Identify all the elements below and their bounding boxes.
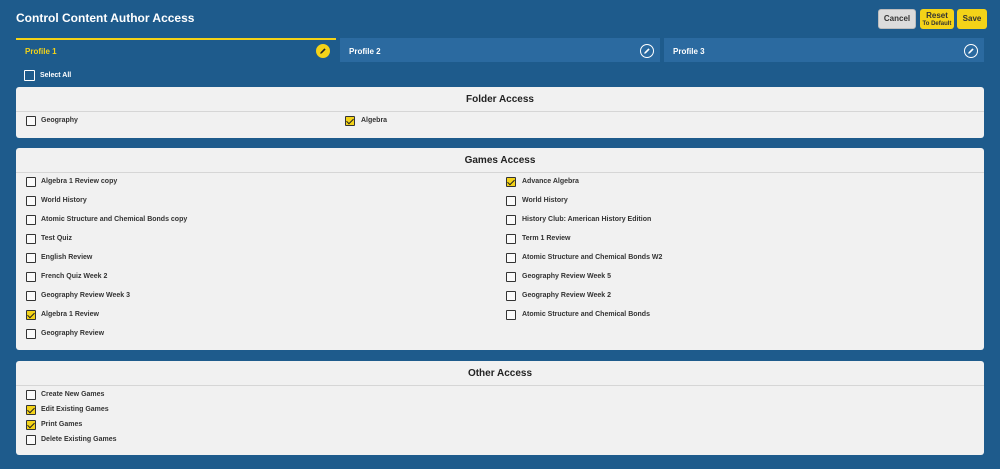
game-checkbox[interactable] (506, 291, 516, 301)
tab-label: Profile 3 (673, 46, 705, 56)
pencil-icon[interactable] (640, 44, 654, 58)
page-title: Control Content Author Access (16, 11, 195, 25)
divider (16, 111, 984, 112)
game-label: Algebra 1 Review copy (41, 178, 118, 185)
game-label: History Club: American History Edition (522, 216, 652, 223)
pencil-icon[interactable] (964, 44, 978, 58)
print-games-checkbox[interactable] (26, 420, 36, 430)
create-new-games-label: Create New Games (41, 391, 105, 398)
header-bar: Control Content Author Access Cancel Res… (0, 0, 1000, 36)
reset-button-label: Reset (926, 10, 948, 20)
game-checkbox[interactable] (506, 234, 516, 244)
print-games-label: Print Games (41, 421, 83, 428)
game-checkbox[interactable] (506, 196, 516, 206)
save-button-label: Save (962, 14, 982, 23)
game-checkbox[interactable] (26, 272, 36, 282)
other-access-title: Other Access (467, 368, 533, 379)
game-label: English Review (41, 254, 93, 261)
game-checkbox[interactable] (506, 310, 516, 320)
folder-geography-label: Geography (41, 117, 78, 124)
cancel-button[interactable]: Cancel (878, 9, 916, 29)
game-label: World History (41, 197, 87, 204)
game-label: French Quiz Week 2 (41, 273, 108, 280)
game-checkbox[interactable] (506, 215, 516, 225)
game-label: World History (522, 197, 568, 204)
select-all-label: Select All (40, 72, 72, 79)
other-access-panel: Other Access Create New Games Edit Exist… (16, 361, 984, 455)
save-button[interactable]: Save (957, 9, 987, 29)
game-label: Atomic Structure and Chemical Bonds copy (41, 216, 188, 223)
game-checkbox[interactable] (26, 253, 36, 263)
tab-profile-1[interactable]: Profile 1 (16, 38, 336, 62)
divider (16, 385, 984, 386)
game-label: Test Quiz (41, 235, 72, 242)
create-new-games-checkbox[interactable] (26, 390, 36, 400)
delete-existing-games-checkbox[interactable] (26, 435, 36, 445)
reset-to-default-button[interactable]: Reset To Default (920, 9, 954, 29)
game-checkbox[interactable] (26, 291, 36, 301)
game-label: Advance Algebra (522, 178, 579, 185)
game-label: Algebra 1 Review (41, 311, 99, 318)
folder-geography-checkbox[interactable] (26, 116, 36, 126)
delete-existing-games-label: Delete Existing Games (41, 436, 117, 443)
tab-label: Profile 2 (349, 46, 381, 56)
game-checkbox[interactable] (26, 310, 36, 320)
game-checkbox[interactable] (26, 215, 36, 225)
folder-algebra-checkbox[interactable] (345, 116, 355, 126)
game-label: Geography Review Week 3 (41, 292, 130, 299)
pencil-icon[interactable] (316, 44, 330, 58)
game-checkbox[interactable] (26, 177, 36, 187)
tab-label: Profile 1 (25, 46, 57, 56)
games-access-panel: Games Access Algebra 1 Review copy World… (16, 148, 984, 350)
game-checkbox[interactable] (26, 196, 36, 206)
folder-access-title: Folder Access (466, 94, 534, 105)
game-checkbox[interactable] (506, 272, 516, 282)
game-checkbox[interactable] (26, 329, 36, 339)
folder-access-panel: Folder Access Geography Algebra (16, 87, 984, 138)
divider (16, 172, 984, 173)
edit-existing-games-checkbox[interactable] (26, 405, 36, 415)
game-label: Geography Review (41, 330, 105, 337)
game-label: Atomic Structure and Chemical Bonds W2 (522, 254, 663, 261)
folder-algebra-label: Algebra (361, 117, 388, 124)
games-access-title: Games Access (464, 155, 536, 166)
game-label: Atomic Structure and Chemical Bonds (522, 311, 650, 318)
tab-profile-3[interactable]: Profile 3 (664, 38, 984, 62)
game-label: Term 1 Review (522, 235, 571, 242)
tab-profile-2[interactable]: Profile 2 (340, 38, 660, 62)
edit-existing-games-label: Edit Existing Games (41, 406, 109, 413)
game-checkbox[interactable] (506, 253, 516, 263)
game-label: Geography Review Week 5 (522, 273, 611, 280)
profile-tabs: Profile 1 Profile 2 Profile 3 (16, 38, 984, 62)
game-checkbox[interactable] (506, 177, 516, 187)
game-label: Geography Review Week 2 (522, 292, 611, 299)
cancel-button-label: Cancel (883, 14, 911, 23)
select-all-checkbox[interactable] (24, 70, 35, 81)
game-checkbox[interactable] (26, 234, 36, 244)
reset-button-sublabel: To Default (922, 20, 952, 27)
